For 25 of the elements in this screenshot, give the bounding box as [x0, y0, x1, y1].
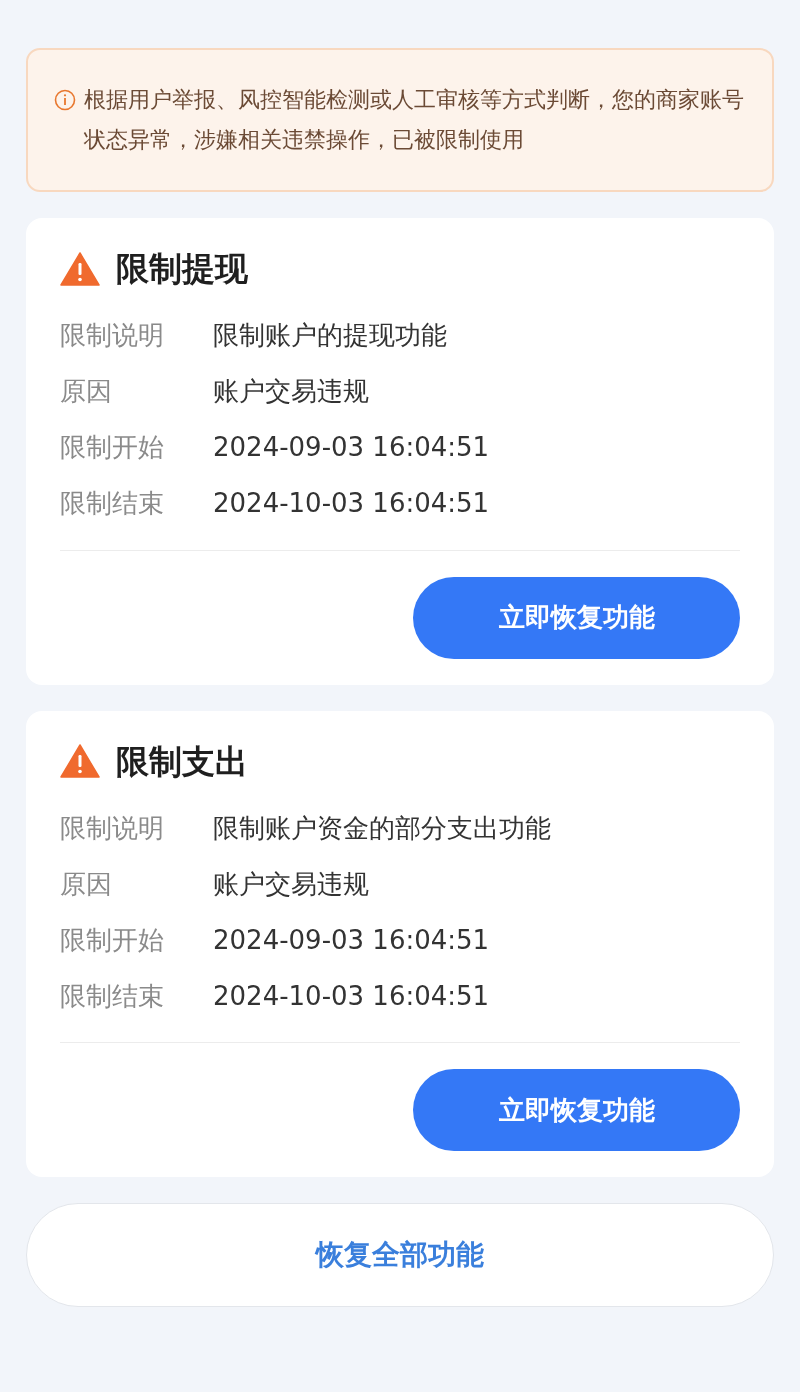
field-value: 2024-09-03 16:04:51 [213, 431, 490, 464]
warning-icon [60, 744, 100, 779]
field-label: 限制开始 [60, 431, 165, 464]
restore-button[interactable]: 立即恢复功能 [413, 1069, 740, 1151]
field-value: 2024-10-03 16:04:51 [213, 487, 490, 520]
card-title: 限制提现 [116, 248, 248, 290]
field-label: 原因 [60, 375, 113, 408]
field-value: 账户交易违规 [213, 375, 369, 408]
field-value: 2024-09-03 16:04:51 [213, 923, 490, 957]
field-value: 账户交易违规 [213, 867, 369, 901]
restore-all-button[interactable]: 恢复全部功能 [26, 1203, 774, 1307]
notice-text: 根据用户举报、风控智能检测或人工审核等方式判断，您的商家账号状态异常，涉嫌相关违禁操作，已被限制使用 [84, 86, 744, 154]
warning-icon [60, 251, 100, 286]
field-label: 限制说明 [60, 319, 165, 352]
field-label: 限制说明 [60, 811, 165, 845]
restore-button[interactable]: 立即恢复功能 [413, 576, 740, 659]
field-value: 限制账户的提现功能 [213, 319, 447, 352]
field-label: 限制结束 [60, 979, 165, 1013]
field-value: 限制账户资金的部分支出功能 [213, 811, 551, 845]
info-icon [54, 89, 76, 111]
field-label: 限制结束 [60, 487, 165, 520]
field-value: 2024-10-03 16:04:51 [213, 979, 490, 1013]
field-label: 限制开始 [60, 923, 165, 957]
field-label: 原因 [60, 867, 113, 901]
card-title: 限制支出 [116, 740, 248, 783]
